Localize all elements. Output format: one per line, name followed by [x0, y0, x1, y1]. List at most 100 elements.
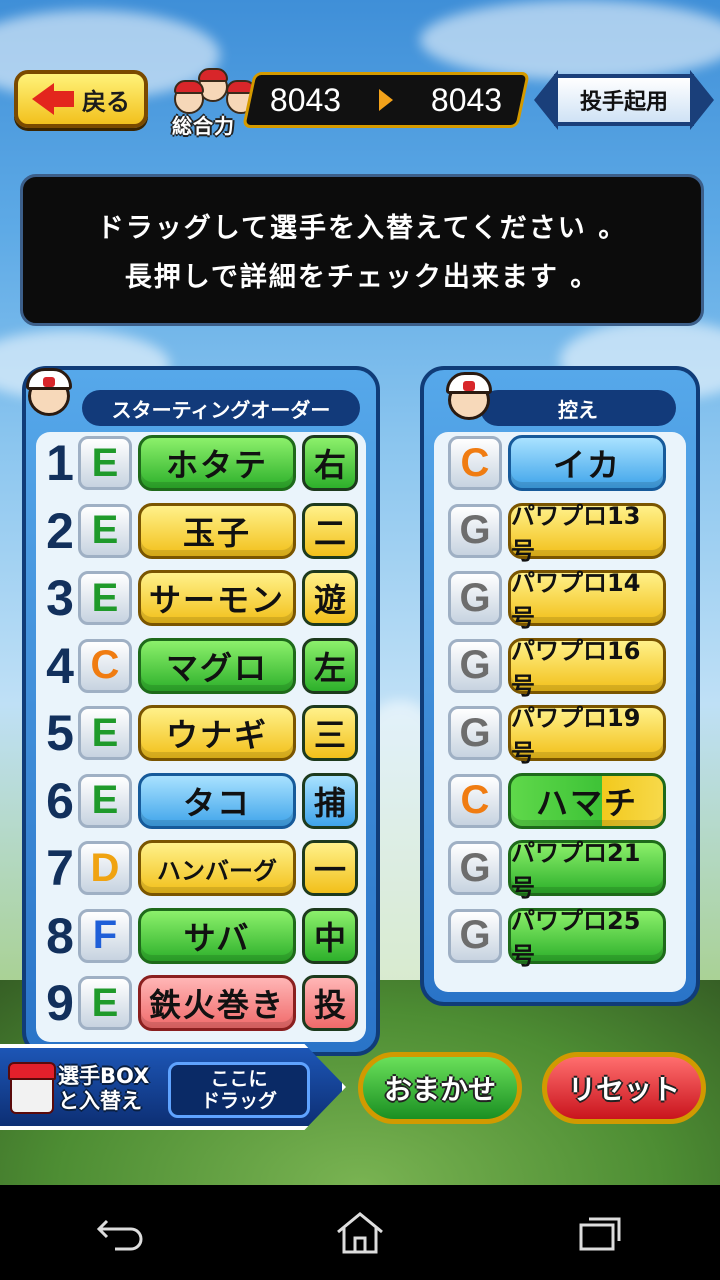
- starting-row[interactable]: 7 D ハンバーグ一: [42, 837, 358, 899]
- starting-row[interactable]: 6 E タコ捕: [42, 770, 358, 832]
- grade-badge: G: [448, 908, 502, 963]
- grade-badge: C: [448, 773, 502, 828]
- player-name[interactable]: サバ: [138, 907, 296, 964]
- position-badge: 一: [302, 840, 358, 896]
- batting-order-number: 7: [46, 840, 74, 896]
- grade-badge: G: [448, 503, 502, 558]
- pitcher-usage-label: 投手起用: [579, 90, 668, 115]
- batting-order-number: 5: [46, 705, 74, 761]
- instruction-line-2: 長押しで詳細をチェック出来ます 。: [124, 262, 600, 293]
- bench-player-name[interactable]: イカ: [508, 435, 666, 491]
- batting-order-number: 9: [46, 975, 74, 1031]
- pitcher-usage-button[interactable]: 投手起用: [534, 70, 714, 130]
- player-name[interactable]: ウナギ: [138, 705, 296, 761]
- grade-badge: F: [78, 908, 132, 963]
- bench-player-name[interactable]: パワプロ16号: [508, 637, 666, 700]
- bench-player-name[interactable]: パワプロ14号: [508, 569, 666, 632]
- player-name[interactable]: マグロ: [138, 637, 296, 694]
- right-arrow-icon: [379, 89, 393, 111]
- grade-badge: C: [448, 436, 502, 490]
- power-before: 8043: [269, 81, 342, 118]
- grade-badge: G: [448, 841, 502, 895]
- right-arrow-icon: [690, 70, 714, 130]
- grade-badge: D: [78, 841, 132, 895]
- bench-row[interactable]: G パワプロ21号: [448, 837, 666, 902]
- batting-order-number: 1: [46, 435, 74, 491]
- instruction-line-1: ドラッグして選手を入替えてください 。: [96, 213, 628, 244]
- grade-badge: E: [78, 503, 132, 558]
- back-icon[interactable]: [90, 1208, 150, 1258]
- position-badge: 捕: [302, 772, 358, 829]
- player-name[interactable]: 鉄火巻き: [138, 975, 296, 1031]
- grade-badge: G: [448, 638, 502, 693]
- bench-player-name[interactable]: パワプロ21号: [508, 839, 666, 902]
- position-badge: 二: [302, 502, 358, 559]
- player-box-label: 選手BOX と入替え: [58, 1064, 158, 1114]
- grade-badge: G: [448, 706, 502, 760]
- bench-row[interactable]: G パワプロ19号: [448, 702, 666, 767]
- bench-row[interactable]: C ハマチ: [448, 770, 666, 832]
- player-name[interactable]: ホタテ: [138, 435, 296, 491]
- player-name[interactable]: ハンバーグ: [138, 840, 296, 896]
- position-badge: 投: [302, 975, 358, 1031]
- bench-row[interactable]: G パワプロ25号: [448, 905, 666, 970]
- bench-row[interactable]: G パワプロ14号: [448, 567, 666, 632]
- auto-button[interactable]: おまかせ: [358, 1052, 522, 1124]
- starting-order-title: スターティングオーダー: [82, 390, 360, 426]
- player-avatar-icon: [440, 366, 498, 424]
- grade-badge: E: [78, 976, 132, 1030]
- drop-zone-line-1: ここに: [210, 1068, 268, 1090]
- power-after: 8043: [430, 81, 503, 118]
- position-badge: 遊: [302, 570, 358, 626]
- position-badge: 中: [302, 907, 358, 964]
- bench-player-name[interactable]: パワプロ13号: [508, 502, 666, 565]
- drag-drop-zone[interactable]: ここに ドラッグ: [168, 1062, 310, 1118]
- grade-badge: C: [78, 638, 132, 693]
- bench-player-name[interactable]: ハマチ: [508, 772, 666, 829]
- position-badge: 左: [302, 637, 358, 694]
- bench-row[interactable]: G パワプロ16号: [448, 635, 666, 700]
- home-icon[interactable]: [330, 1208, 390, 1258]
- batting-order-number: 3: [46, 570, 74, 626]
- team-power-values: 8043 8043: [242, 72, 530, 128]
- batting-order-number: 6: [46, 772, 74, 829]
- drop-zone-line-2: ドラッグ: [200, 1090, 277, 1112]
- back-button[interactable]: 戻る: [14, 70, 148, 128]
- player-name[interactable]: 玉子: [138, 502, 296, 559]
- starting-row[interactable]: 3 E サーモン遊: [42, 567, 358, 629]
- left-arrow-icon: [32, 83, 74, 115]
- recent-apps-icon[interactable]: [570, 1208, 630, 1258]
- grade-badge: E: [78, 436, 132, 490]
- back-label: 戻る: [82, 87, 130, 116]
- starting-row[interactable]: 4 C マグロ左: [42, 635, 358, 697]
- grade-badge: E: [78, 571, 132, 625]
- starting-row[interactable]: 5 E ウナギ三: [42, 702, 358, 764]
- grade-badge: E: [78, 773, 132, 828]
- bench-player-name[interactable]: パワプロ19号: [508, 704, 666, 767]
- starting-row[interactable]: 8 F サバ中: [42, 905, 358, 967]
- grade-badge: G: [448, 571, 502, 625]
- team-power: 総合力 8043 8043: [170, 66, 530, 138]
- bench-row[interactable]: G パワプロ13号: [448, 500, 666, 565]
- android-navigation-bar: [0, 1185, 720, 1280]
- starting-row[interactable]: 2 E 玉子二: [42, 500, 358, 562]
- player-name[interactable]: タコ: [138, 772, 296, 829]
- player-box-swap[interactable]: 選手BOX と入替え ここに ドラッグ: [0, 1044, 346, 1130]
- player-box-line-1: 選手BOX: [58, 1064, 150, 1088]
- bench-row[interactable]: C イカ: [448, 432, 666, 494]
- player-box-line-2: と入替え: [58, 1089, 142, 1113]
- starting-row[interactable]: 9 E 鉄火巻き投: [42, 972, 358, 1034]
- reset-button[interactable]: リセット: [542, 1052, 706, 1124]
- position-badge: 三: [302, 705, 358, 761]
- grade-badge: E: [78, 706, 132, 760]
- batting-order-number: 4: [46, 637, 74, 694]
- box-icon: [8, 1062, 58, 1118]
- batting-order-number: 8: [46, 907, 74, 964]
- bench-player-name[interactable]: パワプロ25号: [508, 907, 666, 970]
- position-badge: 右: [302, 435, 358, 491]
- player-name[interactable]: サーモン: [138, 570, 296, 626]
- bench-title: 控え: [480, 390, 676, 426]
- instruction-message: ドラッグして選手を入替えてください 。 長押しで詳細をチェック出来ます 。: [20, 174, 704, 326]
- starting-row[interactable]: 1 E ホタテ右: [42, 432, 358, 494]
- batting-order-number: 2: [46, 502, 74, 559]
